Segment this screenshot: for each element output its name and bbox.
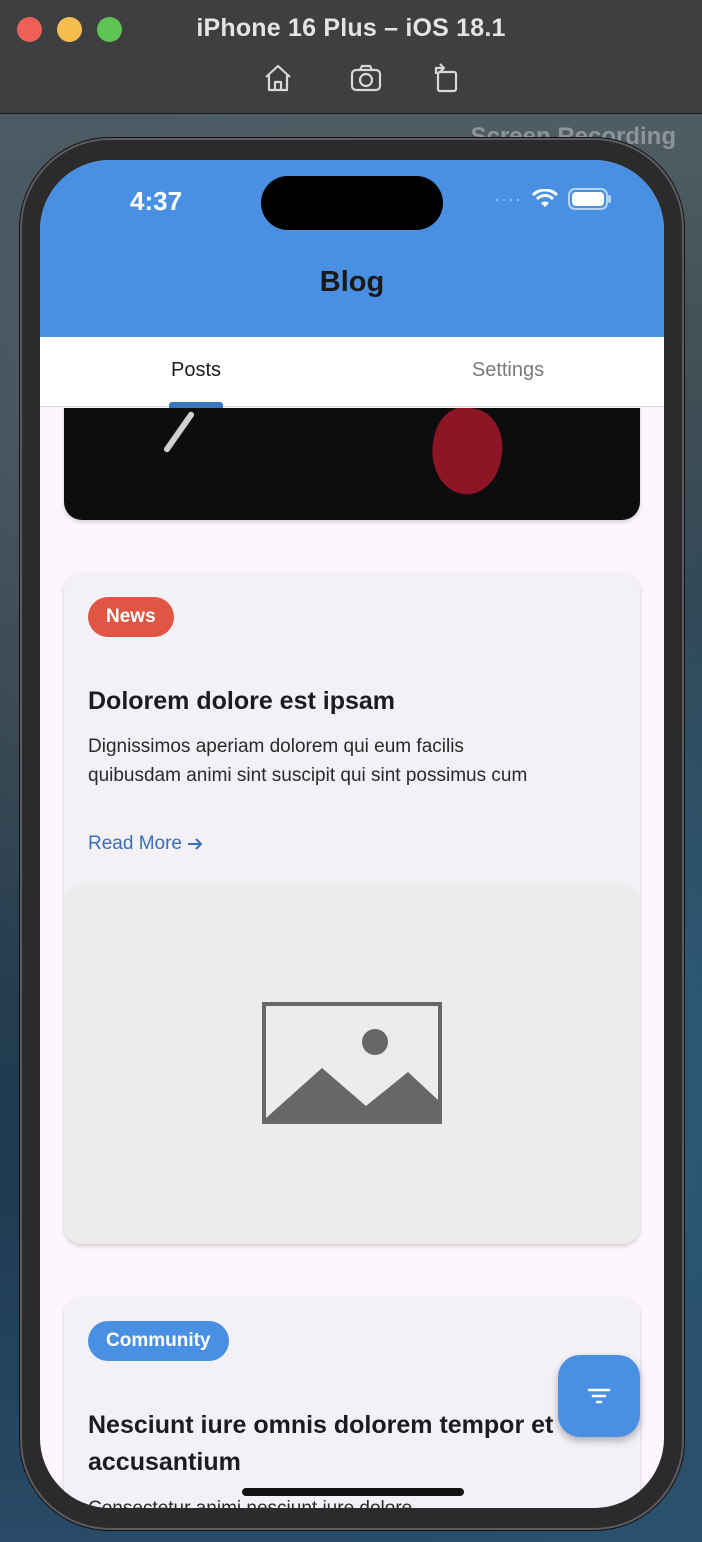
home-indicator[interactable]	[242, 1488, 464, 1496]
post-title: Nesciunt iure omnis dolorem tempor et ac…	[88, 1411, 554, 1476]
read-more-label: Read More	[88, 833, 182, 854]
image-detail	[423, 408, 511, 501]
wifi-icon	[532, 189, 558, 209]
rotate-icon[interactable]	[428, 60, 464, 96]
tab-posts[interactable]: Posts	[40, 337, 352, 406]
category-badge: News	[88, 597, 174, 637]
app-bar: 4:37 ···· Blog	[40, 160, 664, 337]
tab-bar: Posts Settings	[40, 337, 664, 407]
post-excerpt: Consectetur animi nesciunt iure dolore	[88, 1494, 608, 1508]
simulator-titlebar: iPhone 16 Plus – iOS 18.1	[0, 0, 702, 114]
arrow-right-icon	[188, 838, 203, 850]
post-excerpt: Dignissimos aperiam dolorem qui eum faci…	[88, 736, 528, 786]
image-detail	[162, 410, 196, 454]
posts-list[interactable]: News Dolorem dolore est ipsam Dignissimo…	[40, 408, 664, 1508]
dynamic-island	[261, 176, 443, 230]
filter-icon	[587, 1388, 611, 1404]
status-time: 4:37	[130, 186, 183, 216]
signal-icon: ····	[494, 188, 522, 209]
phone-screen: 4:37 ···· Blog Posts Settings News Dolor…	[40, 160, 664, 1508]
battery-icon	[568, 188, 612, 210]
post-card[interactable]: News Dolorem dolore est ipsam Dignissimo…	[64, 573, 640, 1244]
post-title: Dolorem dolore est ipsam	[88, 687, 396, 715]
tab-settings[interactable]: Settings	[352, 337, 664, 406]
category-badge: Community	[88, 1321, 229, 1361]
status-icons: ····	[494, 188, 612, 210]
simulator-title: iPhone 16 Plus – iOS 18.1	[196, 14, 506, 42]
filter-button[interactable]	[558, 1355, 640, 1437]
post-card-image[interactable]	[64, 408, 640, 520]
page-title: Blog	[319, 266, 385, 298]
post-image-placeholder	[64, 884, 640, 1244]
home-icon[interactable]	[260, 60, 296, 96]
read-more-link[interactable]: Read More	[88, 833, 204, 855]
screenshot-icon[interactable]	[348, 60, 384, 96]
post-card[interactable]: Community Nesciunt iure omnis dolorem te…	[64, 1297, 640, 1508]
placeholder-image-icon	[262, 1002, 442, 1124]
